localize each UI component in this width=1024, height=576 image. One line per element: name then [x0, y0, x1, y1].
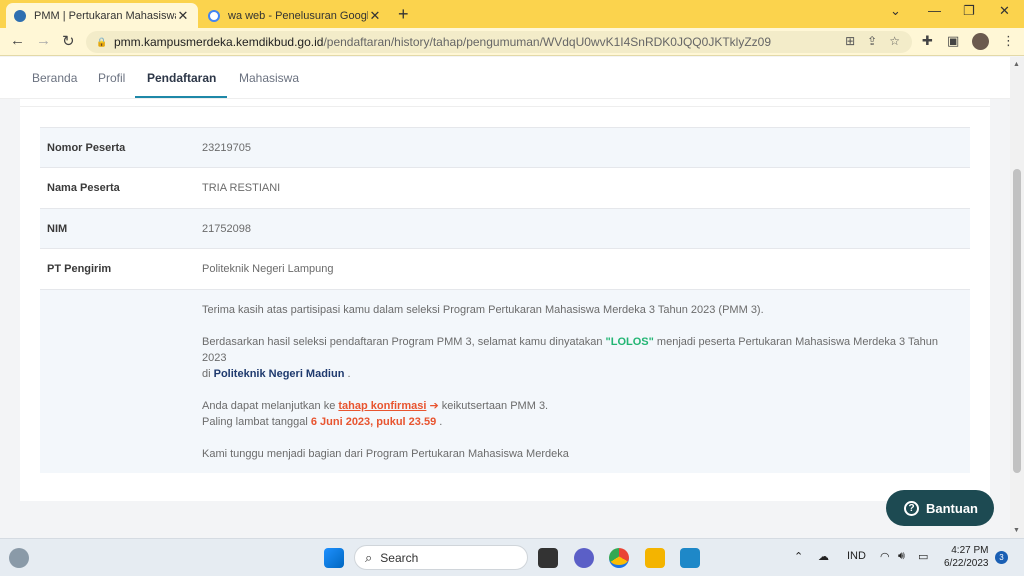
- system-clock[interactable]: 4:27 PM 6/22/2023: [944, 544, 989, 570]
- detail-value: 23219705: [202, 141, 251, 154]
- window-close-icon[interactable]: ✕: [999, 3, 1010, 19]
- clock-date: 6/22/2023: [944, 558, 989, 569]
- url-host: pmm.kampusmerdeka.kemdikbud.go.id: [114, 35, 324, 49]
- confirmation-link[interactable]: tahap konfirmasi: [338, 400, 426, 412]
- arrow-circle-icon[interactable]: ➔: [426, 400, 438, 412]
- tab-title: PMM | Pertukaran Mahasiswa Merdeka: [34, 9, 176, 22]
- profile-avatar[interactable]: [972, 33, 989, 50]
- back-icon[interactable]: ←: [10, 32, 25, 49]
- file-explorer-icon[interactable]: [645, 548, 665, 568]
- lock-icon: 🔒: [96, 36, 108, 47]
- notification-badge[interactable]: 3: [995, 551, 1008, 564]
- chevron-up-icon[interactable]: ⌃: [794, 550, 803, 563]
- clock-time: 4:27 PM: [951, 545, 989, 556]
- tab-pmm[interactable]: PMM | Pertukaran Mahasiswa Merdeka ✕: [6, 3, 198, 28]
- detail-row: PT Pengirim Politeknik Negeri Lampung: [40, 248, 970, 288]
- placement-pre: di: [202, 368, 214, 380]
- chrome-icon[interactable]: [609, 548, 629, 568]
- url-path: /pendaftaran/history/tahap/pengumuman/WV…: [323, 35, 771, 49]
- tab-google[interactable]: wa web - Penelusuran Google ✕: [200, 3, 390, 28]
- placement-post: .: [344, 368, 351, 380]
- detail-value: Politeknik Negeri Lampung: [202, 262, 334, 275]
- active-tab-indicator: [135, 96, 227, 98]
- closing-text: Kami tunggu menjadi bagian dari Program …: [202, 448, 569, 460]
- google-favicon-icon: [208, 9, 220, 22]
- tab-search-icon[interactable]: ⌄: [890, 3, 901, 19]
- confirm-post: keikutsertaan PMM 3.: [438, 400, 549, 412]
- nav-profil[interactable]: Profil: [98, 71, 125, 85]
- result-text: Berdasarkan hasil seleksi pendaftaran Pr…: [202, 334, 962, 366]
- windows-taskbar: ⌕ Search ⌃ ☁ IND ◠ 🔊︎ ▭ 4:27 PM 6/22/202…: [0, 538, 1024, 576]
- confirm-text: Anda dapat melanjutkan ke tahap konfirma…: [202, 398, 962, 414]
- restore-icon[interactable]: ❐: [963, 3, 975, 19]
- browser-tab-strip: PMM | Pertukaran Mahasiswa Merdeka ✕ wa …: [0, 0, 1024, 28]
- detail-label: Nomor Peserta: [47, 141, 126, 154]
- announcement-message: Terima kasih atas partisipasi kamu dalam…: [40, 289, 970, 473]
- extensions-icon[interactable]: ✚: [922, 33, 933, 49]
- minimize-icon[interactable]: —: [928, 3, 941, 18]
- page-scrollbar[interactable]: ▲ ▼: [1010, 57, 1024, 538]
- nav-mahasiswa[interactable]: Mahasiswa: [239, 71, 299, 85]
- task-view-icon[interactable]: [538, 548, 558, 568]
- volume-icon[interactable]: 🔊︎: [898, 550, 905, 563]
- question-icon: ?: [904, 500, 919, 516]
- address-bar[interactable]: 🔒 pmm.kampusmerdeka.kemdikbud.go.id/pend…: [86, 31, 912, 53]
- close-icon[interactable]: ✕: [176, 8, 190, 24]
- menu-kebab-icon[interactable]: ⋮: [1002, 33, 1015, 49]
- start-icon[interactable]: [324, 548, 344, 568]
- host-university: Politeknik Negeri Madiun: [213, 368, 345, 380]
- pmm-favicon-icon: [14, 9, 26, 22]
- scroll-thumb[interactable]: [1013, 169, 1021, 473]
- share-icon[interactable]: ⇪: [867, 34, 877, 48]
- notepad-icon[interactable]: [680, 548, 700, 568]
- detail-row: Nama Peserta TRIA RESTIANI: [40, 167, 970, 207]
- nav-pendaftaran[interactable]: Pendaftaran: [147, 71, 216, 85]
- scroll-down-icon[interactable]: ▼: [1013, 527, 1020, 534]
- weather-icon[interactable]: [9, 548, 29, 568]
- language-indicator[interactable]: IND: [847, 550, 866, 562]
- detail-label: NIM: [47, 222, 68, 235]
- tab-title: wa web - Penelusuran Google: [228, 9, 368, 22]
- browser-toolbar: ← → ↻ 🔒 pmm.kampusmerdeka.kemdikbud.go.i…: [0, 28, 1024, 56]
- divider: [20, 106, 990, 107]
- result-text-pre: Berdasarkan hasil seleksi pendaftaran Pr…: [202, 336, 606, 348]
- deadline-text: Paling lambat tanggal 6 Juni 2023, pukul…: [202, 414, 962, 430]
- side-panel-icon[interactable]: ▣: [947, 33, 959, 49]
- detail-label: PT Pengirim: [47, 262, 112, 275]
- thanks-text: Terima kasih atas partisipasi kamu dalam…: [202, 304, 764, 316]
- scroll-up-icon[interactable]: ▲: [1013, 61, 1020, 68]
- translate-icon[interactable]: ⊞: [845, 34, 855, 48]
- search-icon: ⌕: [365, 549, 373, 565]
- placement-text: di Politeknik Negeri Madiun .: [202, 366, 962, 382]
- wifi-icon[interactable]: ◠: [880, 550, 890, 563]
- help-button-label: Bantuan: [926, 500, 978, 516]
- search-placeholder: Search: [380, 550, 419, 565]
- help-button[interactable]: ? Bantuan: [886, 490, 994, 526]
- site-navigation: Beranda Profil Pendaftaran Mahasiswa: [0, 57, 1010, 99]
- deadline-pre: Paling lambat tanggal: [202, 416, 311, 428]
- announcement-card: Nomor Peserta 23219705 Nama Peserta TRIA…: [20, 99, 990, 501]
- detail-label: Nama Peserta: [47, 181, 120, 194]
- bookmark-star-icon[interactable]: ☆: [889, 34, 900, 48]
- new-tab-icon[interactable]: +: [398, 4, 409, 25]
- close-icon[interactable]: ✕: [368, 8, 382, 24]
- detail-value: 21752098: [202, 222, 251, 235]
- chat-icon[interactable]: [574, 548, 594, 568]
- detail-value: TRIA RESTIANI: [202, 181, 281, 194]
- cloud-icon[interactable]: ☁: [818, 550, 829, 563]
- deadline-date: 6 Juni 2023, pukul 23.59: [310, 416, 437, 428]
- confirm-pre: Anda dapat melanjutkan ke: [202, 400, 339, 412]
- detail-row: NIM 21752098: [40, 208, 970, 248]
- taskbar-search[interactable]: ⌕ Search: [354, 545, 528, 570]
- reload-icon[interactable]: ↻: [62, 32, 75, 50]
- deadline-post: .: [436, 416, 443, 428]
- battery-icon[interactable]: ▭: [918, 550, 928, 563]
- nav-beranda[interactable]: Beranda: [32, 71, 77, 85]
- detail-row: Nomor Peserta 23219705: [40, 127, 970, 167]
- forward-icon[interactable]: →: [36, 32, 51, 49]
- status-lolos: "LOLOS": [605, 336, 654, 348]
